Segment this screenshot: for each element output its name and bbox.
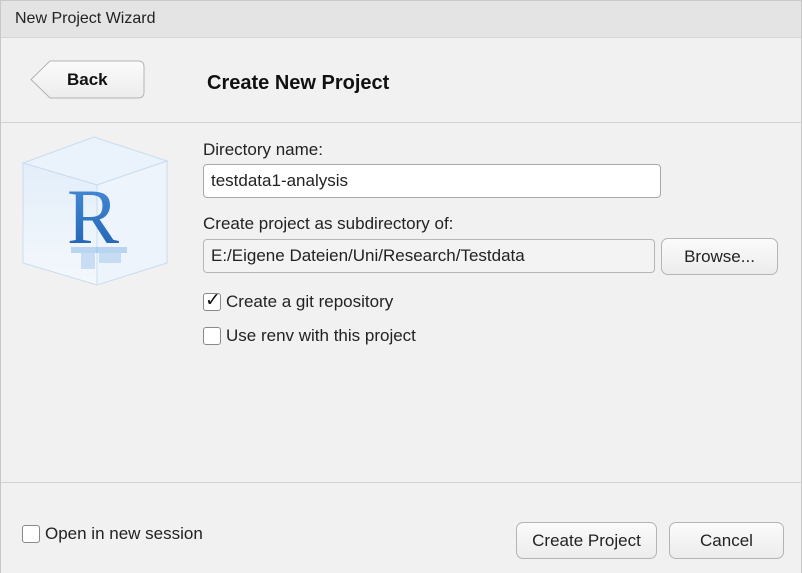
create-project-button[interactable]: Create Project [516, 522, 657, 559]
cancel-button-label: Cancel [700, 530, 753, 550]
r-logo-letter: R [67, 173, 119, 260]
create-project-button-label: Create Project [532, 530, 641, 550]
directory-name-input[interactable] [203, 164, 661, 198]
new-session-label: Open in new session [45, 524, 203, 543]
git-repository-checkbox[interactable]: ✓ [203, 290, 221, 311]
window-title: New Project Wizard [15, 10, 156, 27]
new-session-option[interactable]: Open in new session [22, 524, 203, 544]
wizard-footer: Open in new session Create Project Cance… [1, 482, 801, 573]
renv-label: Use renv with this project [226, 326, 416, 345]
browse-button[interactable]: Browse... [661, 238, 778, 275]
cancel-button[interactable]: Cancel [669, 522, 784, 559]
new-project-wizard-window: New Project Wizard Back Create New Proje… [0, 0, 802, 573]
browse-button-label: Browse... [684, 246, 755, 266]
back-button[interactable]: Back [30, 60, 145, 99]
r-logo-icon: R [21, 136, 169, 286]
directory-name-label: Directory name: [203, 140, 323, 159]
git-repository-label: Create a git repository [226, 292, 394, 311]
renv-option[interactable]: Use renv with this project [203, 326, 416, 346]
page-title: Create New Project [207, 72, 390, 94]
back-button-label: Back [67, 70, 108, 89]
new-session-checkbox[interactable] [22, 525, 40, 543]
wizard-header: Back Create New Project [1, 38, 801, 123]
renv-checkbox[interactable] [203, 327, 221, 345]
subdirectory-path-input[interactable] [203, 239, 655, 273]
subdirectory-label: Create project as subdirectory of: [203, 214, 454, 233]
wizard-content: R Directory name: Create project as subd… [1, 123, 801, 481]
git-repository-option[interactable]: ✓ Create a git repository [203, 290, 394, 312]
title-bar: New Project Wizard [1, 1, 801, 38]
checkmark-icon: ✓ [205, 290, 221, 311]
